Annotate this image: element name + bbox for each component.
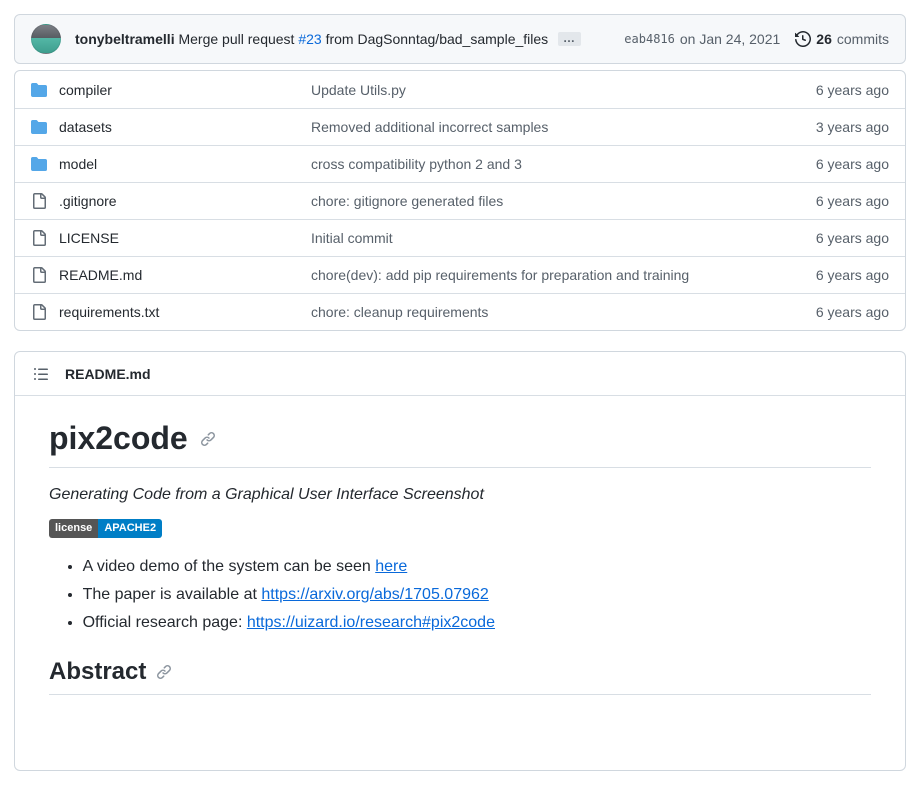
table-row: .gitignore chore: gitignore generated fi… [15, 182, 905, 219]
folder-icon [31, 119, 47, 135]
commit-message-expander-button[interactable]: … [558, 32, 581, 46]
license-badge-value: APACHE2 [98, 519, 162, 538]
table-row: requirements.txt chore: cleanup requirem… [15, 293, 905, 330]
commit-meta: eab4816 on Jan 24, 2021 26 commits [624, 31, 889, 47]
bullet-link[interactable]: here [375, 558, 407, 575]
license-badge-label: license [49, 519, 98, 538]
file-age: 6 years ago [779, 267, 889, 283]
commit-message-link[interactable]: Removed additional incorrect samples [311, 119, 767, 135]
file-age: 6 years ago [779, 304, 889, 320]
file-name-link[interactable]: requirements.txt [59, 304, 299, 320]
license-badge[interactable]: license APACHE2 [49, 519, 162, 538]
readme-bullet-list: A video demo of the system can be seen h… [49, 558, 871, 632]
file-icon [31, 267, 47, 283]
abstract-heading-text: Abstract [49, 658, 146, 686]
file-age: 6 years ago [779, 193, 889, 209]
row-icon-cell [31, 156, 47, 172]
row-icon-cell [31, 193, 47, 209]
row-icon-cell [31, 119, 47, 135]
file-name-link[interactable]: model [59, 156, 299, 172]
readme-panel: README.md pix2code Generating Code from … [14, 351, 906, 771]
history-clock-icon [795, 31, 811, 47]
table-row: README.md chore(dev): add pip requiremen… [15, 256, 905, 293]
commit-count-label: commits [837, 31, 889, 47]
folder-icon [31, 156, 47, 172]
abstract-heading: Abstract [49, 658, 871, 695]
bullet-text: A video demo of the system can be seen [83, 558, 376, 575]
file-icon [31, 230, 47, 246]
commit-message-link[interactable]: Update Utils.py [311, 82, 767, 98]
commit-history-link[interactable]: 26 commits [795, 31, 889, 47]
bullet-text: The paper is available at [83, 586, 262, 603]
file-icon [31, 304, 47, 320]
file-age: 6 years ago [779, 156, 889, 172]
bullet-link[interactable]: https://arxiv.org/abs/1705.07962 [261, 586, 488, 603]
commit-message-link[interactable]: chore: cleanup requirements [311, 304, 767, 320]
readme-header: README.md [15, 352, 905, 396]
file-age: 3 years ago [779, 119, 889, 135]
list-unordered-icon[interactable] [33, 366, 49, 382]
readme-title-heading: pix2code [49, 420, 871, 468]
table-row: compiler Update Utils.py 6 years ago [15, 71, 905, 108]
readme-bullet: The paper is available at https://arxiv.… [83, 586, 871, 604]
row-icon-cell [31, 304, 47, 320]
author-avatar[interactable] [31, 24, 61, 54]
author-link[interactable]: tonybeltramelli [75, 31, 175, 47]
commit-message-link[interactable]: chore(dev): add pip requirements for pre… [311, 267, 767, 283]
file-name-link[interactable]: compiler [59, 82, 299, 98]
row-icon-cell [31, 267, 47, 283]
commit-message-prefix: Merge pull request [178, 31, 294, 47]
bullet-text: Official research page: [83, 614, 247, 631]
file-icon [31, 193, 47, 209]
table-row: model cross compatibility python 2 and 3… [15, 145, 905, 182]
file-age: 6 years ago [779, 82, 889, 98]
commit-message-link[interactable]: chore: gitignore generated files [311, 193, 767, 209]
table-row: LICENSE Initial commit 6 years ago [15, 219, 905, 256]
pr-number-link[interactable]: #23 [298, 31, 321, 47]
readme-body: pix2code Generating Code from a Graphica… [15, 396, 905, 717]
readme-title-text: pix2code [49, 420, 188, 457]
commit-sha-link[interactable]: eab4816 [624, 32, 675, 46]
file-name-link[interactable]: datasets [59, 119, 299, 135]
anchor-link-icon[interactable] [156, 664, 172, 680]
file-name-link[interactable]: README.md [59, 267, 299, 283]
readme-filename: README.md [65, 366, 151, 382]
commit-message-suffix: from DagSonntag/bad_sample_files [326, 31, 549, 47]
readme-subtitle: Generating Code from a Graphical User In… [49, 486, 871, 504]
repo-page: tonybeltramelli Merge pull request #23 f… [0, 0, 920, 785]
bullet-link[interactable]: https://uizard.io/research#pix2code [247, 614, 495, 631]
commit-summary: tonybeltramelli Merge pull request #23 f… [75, 31, 612, 47]
file-table: compiler Update Utils.py 6 years ago dat… [14, 70, 906, 331]
commit-date: on Jan 24, 2021 [680, 31, 780, 47]
anchor-link-icon[interactable] [200, 431, 216, 447]
latest-commit-bar: tonybeltramelli Merge pull request #23 f… [14, 14, 906, 64]
table-row: datasets Removed additional incorrect sa… [15, 108, 905, 145]
row-icon-cell [31, 82, 47, 98]
row-icon-cell [31, 230, 47, 246]
file-name-link[interactable]: LICENSE [59, 230, 299, 246]
commit-count: 26 [816, 31, 832, 47]
commit-message-link[interactable]: cross compatibility python 2 and 3 [311, 156, 767, 172]
commit-message-link[interactable]: Initial commit [311, 230, 767, 246]
file-age: 6 years ago [779, 230, 889, 246]
folder-icon [31, 82, 47, 98]
readme-bullet: Official research page: https://uizard.i… [83, 614, 871, 632]
file-name-link[interactable]: .gitignore [59, 193, 299, 209]
readme-bullet: A video demo of the system can be seen h… [83, 558, 871, 576]
